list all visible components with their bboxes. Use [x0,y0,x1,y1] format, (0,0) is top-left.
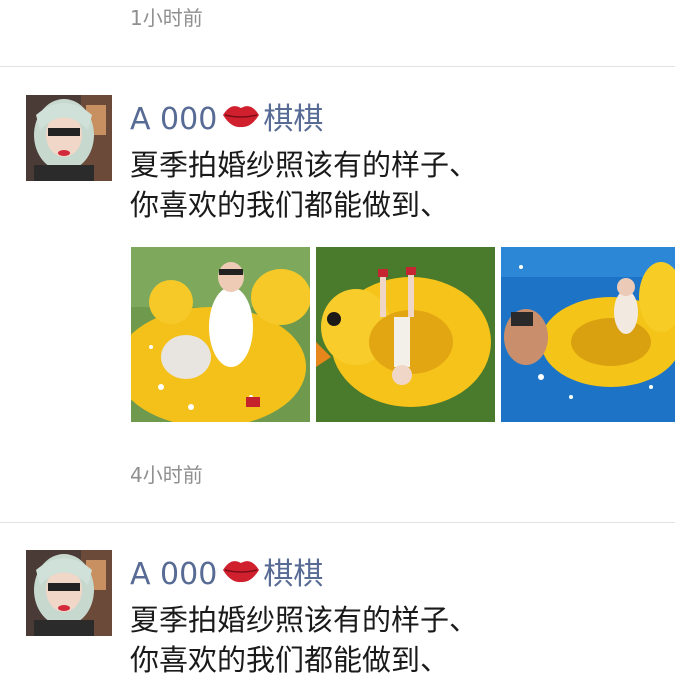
author-name-prefix: A 000 [130,556,218,592]
post-divider [0,522,675,523]
post-text-line: 你喜欢的我们都能做到、 [130,188,450,222]
author-name[interactable]: A 000 棋棋 [130,100,323,139]
avatar[interactable] [26,95,112,181]
post-photo-2[interactable] [316,247,495,422]
post-divider [0,66,675,67]
author-name-suffix: 棋棋 [263,101,324,137]
avatar[interactable] [26,550,112,636]
post-timestamp: 1小时前 [130,6,203,30]
author-name[interactable]: A 000 棋棋 [130,555,323,594]
post-text-line: 夏季拍婚纱照该有的样子、 [130,603,479,637]
post-text-line: 你喜欢的我们都能做到、 [130,643,450,677]
post-text-line: 夏季拍婚纱照该有的样子、 [130,148,479,182]
post-photo-1[interactable] [131,247,310,422]
author-name-suffix: 棋棋 [263,556,324,592]
author-name-prefix: A 000 [130,101,218,137]
post-photo-3[interactable] [501,247,675,422]
lips-icon [221,100,261,139]
post-timestamp: 4小时前 [130,463,203,487]
lips-icon [221,555,261,594]
